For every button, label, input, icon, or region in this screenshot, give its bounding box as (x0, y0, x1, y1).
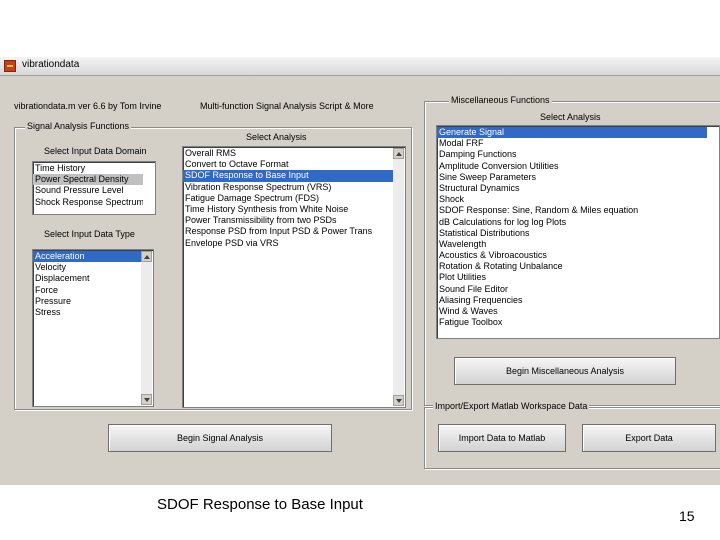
list-item[interactable]: Statistical Distributions (437, 228, 707, 239)
list-item[interactable]: Power Spectral Density (33, 174, 143, 186)
scroll-down-arrow-icon[interactable] (141, 394, 152, 405)
misc-panel-title: Miscellaneous Functions (449, 95, 552, 105)
list-item[interactable]: Aliasing Frequencies (437, 295, 707, 306)
window-title: vibrationdata (22, 59, 80, 70)
list-item[interactable]: Sound File Editor (437, 284, 707, 295)
misc-analysis-listbox[interactable]: Generate Signal Modal FRF Damping Function… (436, 125, 720, 339)
list-item[interactable]: Rotation & Rotating Unbalance (437, 261, 707, 272)
header-version-text: vibrationdata.m ver 6.6 by Tom Irvine (14, 101, 162, 111)
list-item[interactable]: SDOF Response: Sine, Random & Miles equa… (437, 205, 707, 216)
list-item[interactable]: Modal FRF (437, 138, 707, 149)
misc-select-analysis-label: Select Analysis (540, 112, 601, 122)
list-item[interactable]: Structural Dynamics (437, 183, 707, 194)
analysis-scrollbar[interactable] (393, 148, 404, 406)
datatype-scrollbar[interactable] (141, 251, 152, 405)
list-item[interactable]: SDOF Response to Base Input (183, 170, 393, 182)
slide-caption: SDOF Response to Base Input (157, 496, 363, 513)
export-data-button[interactable]: Export Data (582, 424, 716, 452)
list-item[interactable]: Fatigue Damage Spectrum (FDS) (183, 193, 393, 204)
import-data-button[interactable]: Import Data to Matlab (438, 424, 566, 452)
list-item[interactable]: Wind & Waves (437, 306, 707, 317)
select-analysis-label: Select Analysis (246, 132, 307, 142)
list-item[interactable]: Velocity (33, 262, 141, 273)
list-item[interactable]: Sound Pressure Level (33, 185, 143, 196)
begin-misc-analysis-button[interactable]: Begin Miscellaneous Analysis (454, 357, 676, 385)
list-item[interactable]: dB Calculations for log log Plots (437, 217, 707, 228)
list-item[interactable]: Wavelength (437, 239, 707, 250)
list-item[interactable]: Power Transmissibility from two PSDs (183, 215, 393, 226)
domain-label: Select Input Data Domain (44, 146, 147, 156)
scroll-up-arrow-icon[interactable] (393, 148, 404, 159)
list-item[interactable]: Stress (33, 307, 141, 318)
list-item[interactable]: Amplitude Conversion Utilities (437, 161, 707, 172)
list-item[interactable]: Time History (33, 163, 143, 174)
list-item[interactable]: Shock Response Spectrum (33, 197, 143, 208)
datatype-label: Select Input Data Type (44, 229, 135, 239)
list-item[interactable]: Time History Synthesis from White Noise (183, 204, 393, 215)
list-item[interactable]: Shock (437, 194, 707, 205)
list-item[interactable]: Overall RMS (183, 148, 393, 159)
list-item[interactable]: Fatigue Toolbox (437, 317, 707, 328)
list-item[interactable]: Acceleration (33, 251, 141, 263)
list-item[interactable]: Displacement (33, 273, 141, 284)
scroll-down-arrow-icon[interactable] (393, 395, 404, 406)
list-item[interactable]: Sine Sweep Parameters (437, 172, 707, 183)
list-item[interactable]: Generate Signal (437, 127, 707, 139)
scroll-up-arrow-icon[interactable] (141, 251, 152, 262)
begin-signal-analysis-button[interactable]: Begin Signal Analysis (108, 424, 332, 452)
app-window: vibrationdata vibrationdata.m ver 6.6 by… (0, 57, 720, 485)
import-export-panel-title: Import/Export Matlab Workspace Data (433, 401, 590, 411)
slide-page-number: 15 (679, 508, 695, 524)
domain-listbox[interactable]: Time History Power Spectral Density Sound … (32, 161, 156, 215)
list-item[interactable]: Convert to Octave Format (183, 159, 393, 170)
analysis-listbox[interactable]: Overall RMS Convert to Octave Format SDOF … (182, 146, 406, 408)
list-item[interactable]: Acoustics & Vibroacoustics (437, 250, 707, 261)
title-bar: vibrationdata (0, 57, 720, 76)
list-item[interactable]: Force (33, 285, 141, 296)
list-item[interactable]: Pressure (33, 296, 141, 307)
datatype-listbox[interactable]: Acceleration Velocity Displacement Force Pre… (32, 249, 154, 407)
matlab-figure-icon (4, 60, 16, 72)
list-item[interactable]: Damping Functions (437, 149, 707, 160)
list-item[interactable]: Envelope PSD via VRS (183, 238, 393, 249)
header-description-text: Multi-function Signal Analysis Script & … (200, 101, 374, 111)
list-item[interactable]: Response PSD from Input PSD & Power Tran… (183, 226, 393, 237)
list-item[interactable]: Vibration Response Spectrum (VRS) (183, 182, 393, 193)
list-item[interactable]: Plot Utilities (437, 272, 707, 283)
signal-panel-title: Signal Analysis Functions (25, 121, 132, 131)
